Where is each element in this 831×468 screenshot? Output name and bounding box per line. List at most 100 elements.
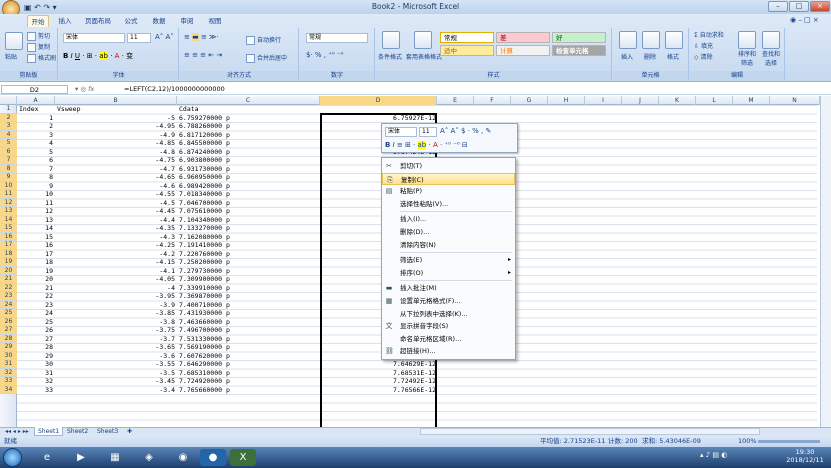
grow-font-icon[interactable]: A˄ A˅ xyxy=(155,33,174,41)
cell-cdata[interactable]: 7.685310000 p xyxy=(179,369,230,378)
cell-cdata[interactable]: 7.531330000 p xyxy=(179,335,230,344)
cell-vsweep[interactable]: -3.95 xyxy=(55,292,175,301)
cell-header-index[interactable]: Index xyxy=(19,105,39,114)
column-header[interactable]: D xyxy=(320,96,437,105)
context-menu-item[interactable]: 从下拉列表中选择(K)... xyxy=(382,308,515,321)
context-menu-item[interactable]: ▬ 插入批注(M) xyxy=(382,282,515,295)
start-button[interactable] xyxy=(3,448,22,467)
row-header[interactable]: 23 xyxy=(0,292,17,301)
cell-index[interactable]: 5 xyxy=(17,148,53,157)
cell-vsweep[interactable]: -4.6 xyxy=(55,182,175,191)
tab-formulas[interactable]: 公式 xyxy=(120,15,142,27)
row-header[interactable]: 6 xyxy=(0,147,17,156)
cell-cdata[interactable]: 7.191410000 p xyxy=(179,241,230,250)
row-header[interactable]: 10 xyxy=(0,181,17,190)
cell-vsweep[interactable]: -4 xyxy=(55,284,175,293)
chrome-icon[interactable]: ● xyxy=(200,449,226,466)
cell-cdata[interactable]: 7.339910000 p xyxy=(179,284,230,293)
cell-vsweep[interactable]: -3.7 xyxy=(55,335,175,344)
row-header[interactable]: 13 xyxy=(0,207,17,216)
cell-vsweep[interactable]: -4.45 xyxy=(55,207,175,216)
cell-index[interactable]: 14 xyxy=(17,224,53,233)
font-size-select[interactable]: 11 xyxy=(127,33,151,43)
cell-cdata[interactable]: 7.162080000 p xyxy=(179,233,230,242)
help-icon[interactable]: ◉ – □ × xyxy=(790,16,819,24)
context-menu-item[interactable]: 插入(I)... xyxy=(382,213,515,226)
cell-header-vsweep[interactable]: Vsweep xyxy=(57,105,80,114)
clear-button[interactable]: ◇ 清除 xyxy=(694,52,713,61)
cell-vsweep[interactable]: -4.55 xyxy=(55,190,175,199)
autosum-button[interactable]: Σ 自动求和 xyxy=(694,30,724,39)
cell-index[interactable]: 29 xyxy=(17,352,53,361)
row-header[interactable]: 26 xyxy=(0,317,17,326)
fill-button[interactable]: ⇩ 填充 xyxy=(694,41,713,50)
cell-index[interactable]: 16 xyxy=(17,241,53,250)
row-header[interactable]: 32 xyxy=(0,368,17,377)
copy-button[interactable]: 复制 xyxy=(27,42,50,52)
delete-cells-button[interactable]: 删除 xyxy=(644,52,656,61)
align-left-icon[interactable]: ≡ ≡ ≡ ⇤ ⇥ xyxy=(184,51,222,59)
cut-button[interactable]: 剪切 xyxy=(27,31,50,41)
cell-index[interactable]: 31 xyxy=(17,369,53,378)
style-calculation[interactable]: 计算 xyxy=(496,45,550,56)
column-header[interactable]: N xyxy=(770,96,820,105)
row-header[interactable]: 18 xyxy=(0,249,17,258)
context-menu-item[interactable]: 清除内容(N) xyxy=(382,239,515,252)
cell-cdata[interactable]: 6.903800000 p xyxy=(179,156,230,165)
ie-icon[interactable]: e xyxy=(34,449,60,466)
find-select-button[interactable]: 查找和选择 xyxy=(760,31,782,67)
tab-home[interactable]: 开始 xyxy=(27,15,49,27)
row-header[interactable]: 15 xyxy=(0,224,17,233)
tab-data[interactable]: 数据 xyxy=(148,15,170,27)
merge-center-button[interactable]: 合并后居中 xyxy=(246,53,287,63)
cell-index[interactable]: 20 xyxy=(17,275,53,284)
row-header[interactable]: 11 xyxy=(0,190,17,199)
column-header[interactable]: A xyxy=(17,96,55,105)
mini-style-icons[interactable]: B I ≡ ⊞ · ab · A · ⁺⁰ ⁻⁰ ⊟ xyxy=(385,141,468,149)
cell-cdata[interactable]: 7.463660000 p xyxy=(179,318,230,327)
column-header[interactable]: I xyxy=(585,96,622,105)
context-menu-item[interactable]: ▤ 粘贴(P) xyxy=(382,185,515,198)
row-header[interactable]: 3 xyxy=(0,122,17,131)
cell-vsweep[interactable]: -3.55 xyxy=(55,360,175,369)
row-header[interactable]: 4 xyxy=(0,130,17,139)
style-normal[interactable]: 常规 xyxy=(440,32,494,43)
column-header[interactable]: J xyxy=(622,96,659,105)
cell-vsweep[interactable]: -4.8 xyxy=(55,148,175,157)
cell-vsweep[interactable]: -3.75 xyxy=(55,326,175,335)
row-header[interactable]: 8 xyxy=(0,164,17,173)
table-format-icon[interactable] xyxy=(414,31,432,49)
row-header[interactable]: 12 xyxy=(0,198,17,207)
cell-index[interactable]: 26 xyxy=(17,326,53,335)
cell-index[interactable]: 19 xyxy=(17,267,53,276)
cell-cdata[interactable]: 6.931730000 p xyxy=(179,165,230,174)
row-header[interactable]: 7 xyxy=(0,156,17,165)
sheet-tab-2[interactable]: Sheet2 xyxy=(64,427,91,436)
style-neutral[interactable]: 适中 xyxy=(440,45,494,56)
bold-italic-underline[interactable]: B I U · ⊞ · ab · A · 变 xyxy=(63,51,133,61)
align-top-icon[interactable]: ≡ ▬ ≡ ≫· xyxy=(184,33,219,41)
cell-cdata[interactable]: 7.075610000 p xyxy=(179,207,230,216)
wechat-icon[interactable]: ◉ xyxy=(170,449,196,466)
column-header[interactable]: C xyxy=(177,96,320,105)
row-header[interactable]: 16 xyxy=(0,232,17,241)
column-header[interactable]: E xyxy=(437,96,474,105)
horizontal-scrollbar[interactable] xyxy=(420,428,760,435)
cell-index[interactable]: 22 xyxy=(17,292,53,301)
format-cells-icon[interactable] xyxy=(665,31,683,49)
select-all[interactable] xyxy=(0,96,17,105)
cell-vsweep[interactable]: -4.75 xyxy=(55,156,175,165)
mini-size-select[interactable]: 11 xyxy=(419,127,437,137)
cell-cdata[interactable]: 7.133270000 p xyxy=(179,224,230,233)
cell-vsweep[interactable]: -4.25 xyxy=(55,241,175,250)
cell-vsweep[interactable]: -4.7 xyxy=(55,165,175,174)
tab-review[interactable]: 审阅 xyxy=(176,15,198,27)
row-header[interactable]: 17 xyxy=(0,241,17,250)
context-menu-item[interactable]: 选择性粘贴(V)... xyxy=(382,198,515,211)
context-menu-item[interactable]: 排序(O) ▸ xyxy=(382,267,515,280)
media-icon[interactable]: ▶ xyxy=(68,449,94,466)
row-header[interactable]: 21 xyxy=(0,275,17,284)
row-header[interactable]: 28 xyxy=(0,334,17,343)
insert-cells-button[interactable]: 插入 xyxy=(621,52,633,61)
column-header[interactable]: H xyxy=(548,96,585,105)
